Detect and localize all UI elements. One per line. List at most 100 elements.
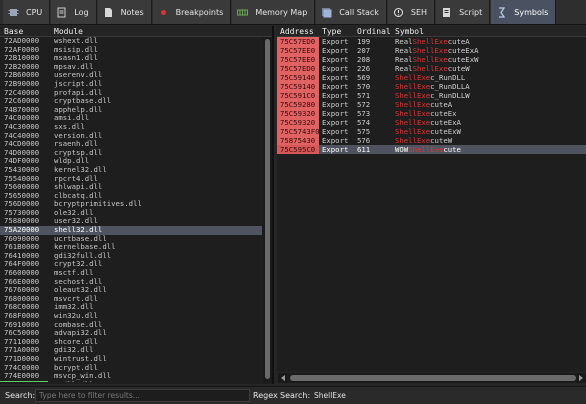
tab-cpu[interactable]: CPU: [3, 0, 51, 24]
module-row[interactable]: 771A0000 gdi32.dll: [0, 346, 262, 355]
tab-breakpoints[interactable]: Breakpoints: [152, 0, 232, 24]
symbol-search-match: ShellExe: [412, 55, 448, 64]
module-row[interactable]: 75430000 kernel32.dll: [0, 165, 262, 175]
symbol-type: Export: [322, 118, 349, 127]
module-row[interactable]: 77110000 shcore.dll: [0, 337, 262, 347]
module-row[interactable]: 766E0000 sechost.dll: [0, 277, 262, 287]
module-row[interactable]: 75730000 ole32.dll: [0, 208, 262, 218]
symbol-row[interactable]: 75C59320 Export 573 ShellExecuteEx: [277, 109, 586, 118]
symbol-row[interactable]: 75C57ED0 Export 226 RealShellExecuteW: [277, 64, 586, 73]
module-row[interactable]: 771D0000 wintrust.dll: [0, 354, 262, 364]
tab-notes[interactable]: Notes: [97, 0, 152, 24]
module-row[interactable]: 76600000 msctf.dll: [0, 268, 262, 278]
module-row[interactable]: 761B0000 kernelbase.dll: [0, 243, 262, 252]
symbol-prefix: WOW: [395, 145, 409, 154]
symbol-row[interactable]: 75C5743F0 Export 575 ShellExecuteExW: [277, 127, 586, 136]
symbol-search-input[interactable]: ShellExe: [310, 389, 584, 402]
tab-label: Symbols: [514, 7, 549, 17]
module-row[interactable]: 76C50000 advapi32.dll: [0, 329, 262, 338]
scroll-left-arrow-icon[interactable]: [281, 375, 285, 381]
module-row[interactable]: 72C40000 profapi.dll: [0, 88, 262, 98]
module-search-input[interactable]: Type here to filter results...: [35, 389, 250, 402]
regex-toggle[interactable]: Regex: [253, 391, 278, 400]
symbol-row[interactable]: 75C57EE0 Export 207 RealShellExecuteExA: [277, 46, 586, 55]
module-row[interactable]: 774E0000 msvcp_win.dll: [0, 372, 262, 381]
module-row[interactable]: 74C00000 amsi.dll: [0, 114, 262, 123]
module-row[interactable]: 774C0000 bcrypt.dll: [0, 363, 262, 373]
tab-script[interactable]: Script: [436, 0, 491, 24]
symbol-ordinal: 226: [357, 64, 371, 73]
module-row[interactable]: 756D0000 bcryptprimitives.dll: [0, 200, 262, 209]
module-row[interactable]: 74D00000 cryptsp.dll: [0, 148, 262, 158]
symbol-row[interactable]: 75C595C0 Export 611 WOWShellExecute: [277, 145, 586, 154]
module-row[interactable]: 76800000 msvcrt.dll: [0, 294, 262, 304]
modules-panel: Base Module 72AD0000 wshext.dll 72AF0000 ms…: [0, 26, 274, 384]
column-header-type[interactable]: Type: [319, 27, 354, 36]
module-row[interactable]: 72B20000 mpsav.dll: [0, 62, 262, 72]
module-row[interactable]: 72B60000 userenv.dll: [0, 71, 262, 80]
module-row[interactable]: 76910000 combase.dll: [0, 320, 262, 330]
symbol-row[interactable]: 75C59140 Export 570 ShellExec_RunDLLA: [277, 82, 586, 91]
module-row[interactable]: 74C40000 version.dll: [0, 131, 262, 141]
column-header-symbol[interactable]: Symbol: [392, 27, 424, 36]
module-row[interactable]: 76410000 gdi32full.dll: [0, 251, 262, 261]
module-row[interactable]: 75600000 shlwapi.dll: [0, 182, 262, 192]
column-header-base[interactable]: Base: [0, 27, 48, 36]
symbol-row[interactable]: 75875430 Export 576 ShellExecuteW: [277, 136, 586, 145]
tab-memory-map[interactable]: Memory Map: [232, 0, 316, 24]
tab-symbols[interactable]: Symbols: [491, 0, 557, 24]
module-row[interactable]: 764F0000 crypt32.dll: [0, 260, 262, 269]
symbol-name: ShellExecuteExA: [392, 118, 461, 127]
module-row[interactable]: 72AF0000 msisip.dll: [0, 45, 262, 55]
memory-map-icon: [237, 7, 249, 18]
call-stack-icon: [321, 7, 332, 18]
cpu-icon: [8, 7, 19, 18]
symbol-address: 75C57ED0: [277, 37, 319, 46]
symbol-suffix: cuteA: [447, 37, 470, 46]
symbol-row[interactable]: 75C57ED0 Export 199 RealShellExecuteA: [277, 37, 586, 46]
scrollbar-thumb[interactable]: [290, 375, 576, 381]
module-row[interactable]: 75880000 user32.dll: [0, 217, 262, 226]
symbol-name: ShellExecuteW: [392, 136, 452, 145]
module-row[interactable]: 77570000ntdll.dll: [0, 380, 262, 382]
symbol-ordinal: 207: [357, 46, 371, 55]
symbol-row[interactable]: 75C591C0 Export 571 ShellExec_RunDLLW: [277, 91, 586, 100]
column-header-address[interactable]: Address: [277, 27, 319, 36]
column-header-ordinal[interactable]: Ordinal: [354, 27, 392, 36]
symbol-suffix: cuteEx: [430, 109, 457, 118]
symbol-row[interactable]: 75C59280 Export 572 ShellExecuteA: [277, 100, 586, 109]
scroll-right-arrow-icon[interactable]: [579, 375, 583, 381]
symbol-type: Export: [322, 109, 349, 118]
symbols-horizontal-scrollbar[interactable]: [278, 373, 586, 383]
symbol-search-label: Search:: [280, 391, 311, 400]
module-row[interactable]: 74B70000 apphelp.dll: [0, 105, 262, 115]
module-row[interactable]: 72B10000 msasn1.dll: [0, 54, 262, 63]
module-row[interactable]: 76090000 ucrtbase.dll: [0, 234, 262, 244]
module-row[interactable]: 76760000 oleaut32.dll: [0, 286, 262, 295]
symbol-suffix: c_RunDLL: [430, 73, 466, 82]
symbol-suffix: cuteExW: [430, 127, 461, 136]
module-row[interactable]: 75A20000 shell32.dll: [0, 225, 262, 235]
module-row[interactable]: 72B90000 jscript.dll: [0, 79, 262, 89]
tab-seh[interactable]: SEH: [387, 0, 436, 24]
module-row[interactable]: 768F0000 win32u.dll: [0, 311, 262, 321]
symbol-ordinal: 570: [357, 82, 371, 91]
module-row[interactable]: 74C30000 sxs.dll: [0, 122, 262, 132]
module-row[interactable]: 768C0000 imm32.dll: [0, 303, 262, 312]
module-row[interactable]: 74DF0000 wldp.dll: [0, 157, 262, 166]
module-row[interactable]: 72AD0000 wshext.dll: [0, 37, 262, 46]
symbols-panel: Address Type Ordinal Symbol 75C57ED0 Expo…: [277, 26, 586, 372]
module-row[interactable]: 74CD0000 rsaenh.dll: [0, 140, 262, 149]
tab-label: Notes: [120, 7, 144, 17]
modules-scrollbar[interactable]: [263, 37, 272, 382]
module-row[interactable]: 72C60000 cryptbase.dll: [0, 97, 262, 106]
tab-call-stack[interactable]: Call Stack: [316, 0, 387, 24]
column-header-module[interactable]: Module: [48, 27, 83, 36]
module-row[interactable]: 75540000 rpcrt4.dll: [0, 174, 262, 184]
symbol-row[interactable]: 75C57EE0 Export 208 RealShellExecuteExW: [277, 55, 586, 64]
symbol-row[interactable]: 75C59320 Export 574 ShellExecuteExA: [277, 118, 586, 127]
symbol-row[interactable]: 75C59140 Export 569 ShellExec_RunDLL: [277, 73, 586, 82]
tab-log[interactable]: Log: [51, 0, 97, 24]
modules-header: Base Module: [0, 26, 272, 37]
scrollbar-thumb[interactable]: [265, 39, 270, 379]
